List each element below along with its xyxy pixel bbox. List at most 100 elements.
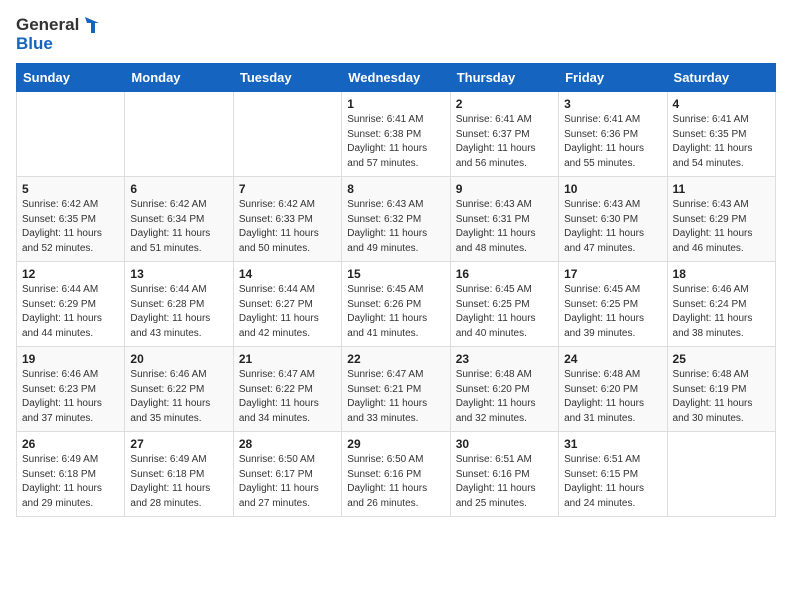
day-number: 9 xyxy=(456,182,553,196)
day-info: Sunrise: 6:43 AM Sunset: 6:32 PM Dayligh… xyxy=(347,198,444,256)
day-cell: 26Sunrise: 6:49 AM Sunset: 6:18 PM Dayli… xyxy=(17,432,125,517)
logo-text: General Blue xyxy=(16,16,99,53)
week-row-2: 5 Sunrise: 6:42 AM Sunset: 6:35 PM Daylig… xyxy=(17,177,776,262)
day-info: Sunrise: 6:42 AM Sunset: 6:34 PM Dayligh… xyxy=(130,198,227,256)
day-cell: 14Sunrise: 6:44 AM Sunset: 6:27 PM Dayli… xyxy=(233,262,341,347)
day-info: Sunrise: 6:44 AM Sunset: 6:28 PM Dayligh… xyxy=(130,283,227,341)
day-info: Sunrise: 6:46 AM Sunset: 6:23 PM Dayligh… xyxy=(22,368,119,426)
day-info: Sunrise: 6:49 AM Sunset: 6:18 PM Dayligh… xyxy=(22,453,119,511)
day-cell: 20 Sunrise: 6:46 AM Sunset: 6:22 PM Dayli… xyxy=(125,347,233,432)
day-number: 8 xyxy=(347,182,444,196)
day-info: Sunrise: 6:43 AM Sunset: 6:30 PM Dayligh… xyxy=(564,198,661,256)
day-cell: 27 Sunrise: 6:49 AM Sunset: 6:18 PM Dayli… xyxy=(125,432,233,517)
day-info: Sunrise: 6:48 AM Sunset: 6:20 PM Dayligh… xyxy=(564,368,661,426)
day-number: 3 xyxy=(564,97,661,111)
day-number: 10 xyxy=(564,182,661,196)
week-row-4: 19Sunrise: 6:46 AM Sunset: 6:23 PM Dayli… xyxy=(17,347,776,432)
day-cell: 15Sunrise: 6:45 AM Sunset: 6:26 PM Dayli… xyxy=(342,262,450,347)
header-wednesday: Wednesday xyxy=(342,64,450,92)
day-info: Sunrise: 6:44 AM Sunset: 6:27 PM Dayligh… xyxy=(239,283,336,341)
day-cell: 4 Sunrise: 6:41 AM Sunset: 6:35 PM Daylig… xyxy=(667,92,775,177)
day-cell: 12Sunrise: 6:44 AM Sunset: 6:29 PM Dayli… xyxy=(17,262,125,347)
day-cell xyxy=(667,432,775,517)
header-sunday: Sunday xyxy=(17,64,125,92)
day-number: 5 xyxy=(22,182,119,196)
day-cell: 19Sunrise: 6:46 AM Sunset: 6:23 PM Dayli… xyxy=(17,347,125,432)
day-cell: 6 Sunrise: 6:42 AM Sunset: 6:34 PM Daylig… xyxy=(125,177,233,262)
day-cell: 21 Sunrise: 6:47 AM Sunset: 6:22 PM Dayli… xyxy=(233,347,341,432)
day-info: Sunrise: 6:49 AM Sunset: 6:18 PM Dayligh… xyxy=(130,453,227,511)
day-cell: 17 Sunrise: 6:45 AM Sunset: 6:25 PM Dayli… xyxy=(559,262,667,347)
day-cell: 3Sunrise: 6:41 AM Sunset: 6:36 PM Daylig… xyxy=(559,92,667,177)
day-number: 4 xyxy=(673,97,770,111)
logo-general: General xyxy=(16,16,79,35)
calendar-table: SundayMondayTuesdayWednesdayThursdayFrid… xyxy=(16,63,776,517)
day-number: 6 xyxy=(130,182,227,196)
day-cell: 10 Sunrise: 6:43 AM Sunset: 6:30 PM Dayli… xyxy=(559,177,667,262)
day-info: Sunrise: 6:42 AM Sunset: 6:33 PM Dayligh… xyxy=(239,198,336,256)
day-cell: 9 Sunrise: 6:43 AM Sunset: 6:31 PM Daylig… xyxy=(450,177,558,262)
day-cell: 25 Sunrise: 6:48 AM Sunset: 6:19 PM Dayli… xyxy=(667,347,775,432)
day-number: 21 xyxy=(239,352,336,366)
day-number: 23 xyxy=(456,352,553,366)
day-cell: 29 Sunrise: 6:50 AM Sunset: 6:16 PM Dayli… xyxy=(342,432,450,517)
day-info: Sunrise: 6:43 AM Sunset: 6:31 PM Dayligh… xyxy=(456,198,553,256)
day-cell xyxy=(233,92,341,177)
day-info: Sunrise: 6:41 AM Sunset: 6:38 PM Dayligh… xyxy=(347,113,444,171)
page-header: General Blue xyxy=(16,16,776,53)
day-cell: 11Sunrise: 6:43 AM Sunset: 6:29 PM Dayli… xyxy=(667,177,775,262)
day-info: Sunrise: 6:47 AM Sunset: 6:21 PM Dayligh… xyxy=(347,368,444,426)
day-info: Sunrise: 6:42 AM Sunset: 6:35 PM Dayligh… xyxy=(22,198,119,256)
day-number: 13 xyxy=(130,267,227,281)
day-number: 17 xyxy=(564,267,661,281)
day-number: 28 xyxy=(239,437,336,451)
day-info: Sunrise: 6:45 AM Sunset: 6:26 PM Dayligh… xyxy=(347,283,444,341)
logo-triangle-icon xyxy=(81,17,99,33)
day-cell: 23 Sunrise: 6:48 AM Sunset: 6:20 PM Dayli… xyxy=(450,347,558,432)
day-cell: 7 Sunrise: 6:42 AM Sunset: 6:33 PM Daylig… xyxy=(233,177,341,262)
day-number: 22 xyxy=(347,352,444,366)
day-cell: 24Sunrise: 6:48 AM Sunset: 6:20 PM Dayli… xyxy=(559,347,667,432)
day-info: Sunrise: 6:48 AM Sunset: 6:19 PM Dayligh… xyxy=(673,368,770,426)
header-thursday: Thursday xyxy=(450,64,558,92)
day-info: Sunrise: 6:41 AM Sunset: 6:37 PM Dayligh… xyxy=(456,113,553,171)
header-tuesday: Tuesday xyxy=(233,64,341,92)
day-info: Sunrise: 6:47 AM Sunset: 6:22 PM Dayligh… xyxy=(239,368,336,426)
day-cell: 8 Sunrise: 6:43 AM Sunset: 6:32 PM Daylig… xyxy=(342,177,450,262)
day-cell: 1 Sunrise: 6:41 AM Sunset: 6:38 PM Daylig… xyxy=(342,92,450,177)
day-number: 25 xyxy=(673,352,770,366)
day-cell: 16 Sunrise: 6:45 AM Sunset: 6:25 PM Dayli… xyxy=(450,262,558,347)
day-number: 30 xyxy=(456,437,553,451)
logo: General Blue xyxy=(16,16,99,53)
day-cell: 30 Sunrise: 6:51 AM Sunset: 6:16 PM Dayli… xyxy=(450,432,558,517)
week-row-5: 26Sunrise: 6:49 AM Sunset: 6:18 PM Dayli… xyxy=(17,432,776,517)
day-number: 29 xyxy=(347,437,444,451)
day-cell: 28Sunrise: 6:50 AM Sunset: 6:17 PM Dayli… xyxy=(233,432,341,517)
day-info: Sunrise: 6:51 AM Sunset: 6:15 PM Dayligh… xyxy=(564,453,661,511)
day-number: 18 xyxy=(673,267,770,281)
day-info: Sunrise: 6:44 AM Sunset: 6:29 PM Dayligh… xyxy=(22,283,119,341)
day-number: 27 xyxy=(130,437,227,451)
header-friday: Friday xyxy=(559,64,667,92)
day-number: 2 xyxy=(456,97,553,111)
day-cell xyxy=(17,92,125,177)
week-row-1: 1 Sunrise: 6:41 AM Sunset: 6:38 PM Daylig… xyxy=(17,92,776,177)
day-number: 20 xyxy=(130,352,227,366)
day-info: Sunrise: 6:50 AM Sunset: 6:16 PM Dayligh… xyxy=(347,453,444,511)
day-info: Sunrise: 6:48 AM Sunset: 6:20 PM Dayligh… xyxy=(456,368,553,426)
week-row-3: 12Sunrise: 6:44 AM Sunset: 6:29 PM Dayli… xyxy=(17,262,776,347)
day-info: Sunrise: 6:46 AM Sunset: 6:22 PM Dayligh… xyxy=(130,368,227,426)
day-cell: 13 Sunrise: 6:44 AM Sunset: 6:28 PM Dayli… xyxy=(125,262,233,347)
day-number: 16 xyxy=(456,267,553,281)
day-number: 7 xyxy=(239,182,336,196)
day-info: Sunrise: 6:41 AM Sunset: 6:35 PM Dayligh… xyxy=(673,113,770,171)
day-info: Sunrise: 6:45 AM Sunset: 6:25 PM Dayligh… xyxy=(456,283,553,341)
day-info: Sunrise: 6:51 AM Sunset: 6:16 PM Dayligh… xyxy=(456,453,553,511)
day-cell: 18 Sunrise: 6:46 AM Sunset: 6:24 PM Dayli… xyxy=(667,262,775,347)
day-info: Sunrise: 6:46 AM Sunset: 6:24 PM Dayligh… xyxy=(673,283,770,341)
day-number: 1 xyxy=(347,97,444,111)
day-info: Sunrise: 6:45 AM Sunset: 6:25 PM Dayligh… xyxy=(564,283,661,341)
header-monday: Monday xyxy=(125,64,233,92)
day-number: 11 xyxy=(673,182,770,196)
header-saturday: Saturday xyxy=(667,64,775,92)
